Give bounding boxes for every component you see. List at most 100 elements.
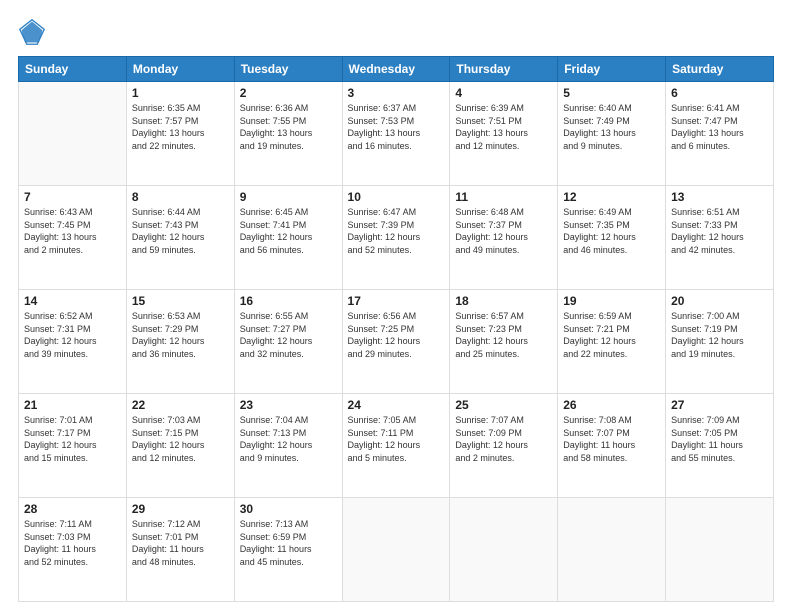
weekday-header-thursday: Thursday — [450, 57, 558, 82]
day-info: Sunrise: 6:52 AM Sunset: 7:31 PM Dayligh… — [24, 310, 121, 360]
day-number: 20 — [671, 294, 768, 308]
calendar-cell — [666, 498, 774, 602]
calendar-cell: 7 Sunrise: 6:43 AM Sunset: 7:45 PM Daylig… — [19, 186, 127, 290]
calendar-week-row: 14 Sunrise: 6:52 AM Sunset: 7:31 PM Dayli… — [19, 290, 774, 394]
day-number: 16 — [240, 294, 337, 308]
day-number: 6 — [671, 86, 768, 100]
calendar-cell: 16 Sunrise: 6:55 AM Sunset: 7:27 PM Dayli… — [234, 290, 342, 394]
day-info: Sunrise: 7:12 AM Sunset: 7:01 PM Dayligh… — [132, 518, 229, 568]
calendar-cell: 2Sunrise: 6:36 AM Sunset: 7:55 PM Daylig… — [234, 82, 342, 186]
calendar-week-row: 28 Sunrise: 7:11 AM Sunset: 7:03 PM Dayli… — [19, 498, 774, 602]
day-info: Sunrise: 6:55 AM Sunset: 7:27 PM Dayligh… — [240, 310, 337, 360]
day-info: Sunrise: 7:00 AM Sunset: 7:19 PM Dayligh… — [671, 310, 768, 360]
calendar-cell: 9 Sunrise: 6:45 AM Sunset: 7:41 PM Daylig… — [234, 186, 342, 290]
day-number: 24 — [348, 398, 445, 412]
calendar-week-row: 21Sunrise: 7:01 AM Sunset: 7:17 PM Dayli… — [19, 394, 774, 498]
calendar-cell: 13 Sunrise: 6:51 AM Sunset: 7:33 PM Dayli… — [666, 186, 774, 290]
calendar-cell: 25Sunrise: 7:07 AM Sunset: 7:09 PM Dayli… — [450, 394, 558, 498]
calendar-week-row: 1 Sunrise: 6:35 AM Sunset: 7:57 PM Daylig… — [19, 82, 774, 186]
calendar-cell: 18 Sunrise: 6:57 AM Sunset: 7:23 PM Dayli… — [450, 290, 558, 394]
calendar-cell: 26 Sunrise: 7:08 AM Sunset: 7:07 PM Dayli… — [558, 394, 666, 498]
logo — [18, 18, 48, 46]
calendar-cell: 29 Sunrise: 7:12 AM Sunset: 7:01 PM Dayli… — [126, 498, 234, 602]
day-number: 12 — [563, 190, 660, 204]
day-number: 10 — [348, 190, 445, 204]
weekday-header-monday: Monday — [126, 57, 234, 82]
weekday-header-sunday: Sunday — [19, 57, 127, 82]
calendar-cell: 22 Sunrise: 7:03 AM Sunset: 7:15 PM Dayli… — [126, 394, 234, 498]
day-number: 17 — [348, 294, 445, 308]
day-number: 3 — [348, 86, 445, 100]
weekday-header-friday: Friday — [558, 57, 666, 82]
weekday-header-tuesday: Tuesday — [234, 57, 342, 82]
logo-icon — [18, 18, 46, 46]
calendar-cell: 3 Sunrise: 6:37 AM Sunset: 7:53 PM Daylig… — [342, 82, 450, 186]
day-number: 28 — [24, 502, 121, 516]
day-info: Sunrise: 7:07 AM Sunset: 7:09 PM Dayligh… — [455, 414, 552, 464]
calendar-cell: 14 Sunrise: 6:52 AM Sunset: 7:31 PM Dayli… — [19, 290, 127, 394]
calendar-cell: 19 Sunrise: 6:59 AM Sunset: 7:21 PM Dayli… — [558, 290, 666, 394]
day-number: 13 — [671, 190, 768, 204]
day-number: 29 — [132, 502, 229, 516]
day-number: 11 — [455, 190, 552, 204]
day-number: 21 — [24, 398, 121, 412]
day-number: 30 — [240, 502, 337, 516]
calendar-cell: 28 Sunrise: 7:11 AM Sunset: 7:03 PM Dayli… — [19, 498, 127, 602]
calendar-cell: 27 Sunrise: 7:09 AM Sunset: 7:05 PM Dayli… — [666, 394, 774, 498]
calendar-cell: 5Sunrise: 6:40 AM Sunset: 7:49 PM Daylig… — [558, 82, 666, 186]
day-info: Sunrise: 7:04 AM Sunset: 7:13 PM Dayligh… — [240, 414, 337, 464]
day-info: Sunrise: 7:05 AM Sunset: 7:11 PM Dayligh… — [348, 414, 445, 464]
calendar-cell: 6 Sunrise: 6:41 AM Sunset: 7:47 PM Daylig… — [666, 82, 774, 186]
day-number: 18 — [455, 294, 552, 308]
day-number: 1 — [132, 86, 229, 100]
day-info: Sunrise: 6:59 AM Sunset: 7:21 PM Dayligh… — [563, 310, 660, 360]
calendar-cell: 8Sunrise: 6:44 AM Sunset: 7:43 PM Daylig… — [126, 186, 234, 290]
day-info: Sunrise: 7:03 AM Sunset: 7:15 PM Dayligh… — [132, 414, 229, 464]
day-number: 26 — [563, 398, 660, 412]
day-info: Sunrise: 7:09 AM Sunset: 7:05 PM Dayligh… — [671, 414, 768, 464]
day-info: Sunrise: 6:45 AM Sunset: 7:41 PM Dayligh… — [240, 206, 337, 256]
day-number: 2 — [240, 86, 337, 100]
weekday-header-saturday: Saturday — [666, 57, 774, 82]
day-number: 4 — [455, 86, 552, 100]
calendar-cell: 23 Sunrise: 7:04 AM Sunset: 7:13 PM Dayli… — [234, 394, 342, 498]
day-info: Sunrise: 6:56 AM Sunset: 7:25 PM Dayligh… — [348, 310, 445, 360]
page: SundayMondayTuesdayWednesdayThursdayFrid… — [0, 0, 792, 612]
calendar-cell: 4 Sunrise: 6:39 AM Sunset: 7:51 PM Daylig… — [450, 82, 558, 186]
calendar-cell: 11Sunrise: 6:48 AM Sunset: 7:37 PM Dayli… — [450, 186, 558, 290]
day-info: Sunrise: 6:39 AM Sunset: 7:51 PM Dayligh… — [455, 102, 552, 152]
weekday-header-row: SundayMondayTuesdayWednesdayThursdayFrid… — [19, 57, 774, 82]
day-info: Sunrise: 6:41 AM Sunset: 7:47 PM Dayligh… — [671, 102, 768, 152]
day-info: Sunrise: 7:08 AM Sunset: 7:07 PM Dayligh… — [563, 414, 660, 464]
day-info: Sunrise: 6:43 AM Sunset: 7:45 PM Dayligh… — [24, 206, 121, 256]
header — [18, 18, 774, 46]
calendar-cell: 1 Sunrise: 6:35 AM Sunset: 7:57 PM Daylig… — [126, 82, 234, 186]
calendar-table: SundayMondayTuesdayWednesdayThursdayFrid… — [18, 56, 774, 602]
day-number: 9 — [240, 190, 337, 204]
day-info: Sunrise: 6:40 AM Sunset: 7:49 PM Dayligh… — [563, 102, 660, 152]
day-info: Sunrise: 6:35 AM Sunset: 7:57 PM Dayligh… — [132, 102, 229, 152]
day-number: 22 — [132, 398, 229, 412]
day-number: 27 — [671, 398, 768, 412]
calendar-cell — [342, 498, 450, 602]
calendar-cell: 24 Sunrise: 7:05 AM Sunset: 7:11 PM Dayli… — [342, 394, 450, 498]
day-number: 19 — [563, 294, 660, 308]
calendar-cell: 12Sunrise: 6:49 AM Sunset: 7:35 PM Dayli… — [558, 186, 666, 290]
day-info: Sunrise: 6:57 AM Sunset: 7:23 PM Dayligh… — [455, 310, 552, 360]
day-info: Sunrise: 6:51 AM Sunset: 7:33 PM Dayligh… — [671, 206, 768, 256]
calendar-cell: 30Sunrise: 7:13 AM Sunset: 6:59 PM Dayli… — [234, 498, 342, 602]
calendar-cell: 20 Sunrise: 7:00 AM Sunset: 7:19 PM Dayli… — [666, 290, 774, 394]
calendar-cell: 21Sunrise: 7:01 AM Sunset: 7:17 PM Dayli… — [19, 394, 127, 498]
day-info: Sunrise: 7:11 AM Sunset: 7:03 PM Dayligh… — [24, 518, 121, 568]
day-info: Sunrise: 6:37 AM Sunset: 7:53 PM Dayligh… — [348, 102, 445, 152]
day-info: Sunrise: 6:47 AM Sunset: 7:39 PM Dayligh… — [348, 206, 445, 256]
calendar-cell: 15Sunrise: 6:53 AM Sunset: 7:29 PM Dayli… — [126, 290, 234, 394]
calendar-cell: 10 Sunrise: 6:47 AM Sunset: 7:39 PM Dayli… — [342, 186, 450, 290]
calendar-cell: 17 Sunrise: 6:56 AM Sunset: 7:25 PM Dayli… — [342, 290, 450, 394]
day-number: 14 — [24, 294, 121, 308]
day-number: 23 — [240, 398, 337, 412]
day-info: Sunrise: 6:44 AM Sunset: 7:43 PM Dayligh… — [132, 206, 229, 256]
weekday-header-wednesday: Wednesday — [342, 57, 450, 82]
calendar-week-row: 7 Sunrise: 6:43 AM Sunset: 7:45 PM Daylig… — [19, 186, 774, 290]
day-number: 7 — [24, 190, 121, 204]
